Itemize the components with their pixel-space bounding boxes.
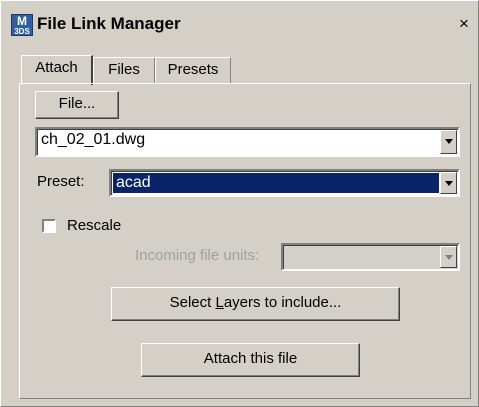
- incoming-units-label: Incoming file units:: [135, 247, 260, 264]
- tab-attach[interactable]: Attach: [21, 55, 93, 85]
- preset-label: Preset:: [37, 173, 85, 190]
- chevron-down-icon[interactable]: [440, 246, 457, 268]
- rescale-checkbox[interactable]: [42, 219, 56, 233]
- preset-combo-value: acad: [113, 173, 439, 193]
- window-title: File Link Manager: [37, 14, 181, 33]
- file-link-manager-dialog: M 3DS File Link Manager × Attach Files P…: [0, 0, 479, 407]
- chevron-down-icon[interactable]: [440, 172, 457, 194]
- file-combo-value: ch_02_01.dwg: [41, 131, 146, 148]
- tab-files[interactable]: Files: [93, 57, 155, 83]
- file-button[interactable]: File...: [35, 91, 119, 119]
- select-layers-accelerator: L: [215, 294, 224, 311]
- app-icon-letter: M: [17, 14, 27, 28]
- close-icon[interactable]: ×: [454, 15, 474, 35]
- select-layers-button[interactable]: Select Layers to include...: [111, 287, 400, 321]
- tab-presets[interactable]: Presets: [155, 57, 231, 83]
- attach-file-button[interactable]: Attach this file: [141, 343, 360, 377]
- rescale-label: Rescale: [67, 217, 122, 234]
- select-layers-text-prefix: Select: [169, 294, 216, 311]
- file-combo[interactable]: ch_02_01.dwg: [35, 127, 460, 157]
- select-layers-text-suffix: ayers to include...: [223, 294, 342, 311]
- app-icon-subtext: 3DS: [14, 27, 30, 36]
- incoming-units-combo[interactable]: [281, 243, 460, 271]
- chevron-down-icon[interactable]: [440, 130, 457, 154]
- preset-combo[interactable]: acad: [109, 169, 460, 197]
- 3dsmax-app-icon: M 3DS: [11, 14, 33, 36]
